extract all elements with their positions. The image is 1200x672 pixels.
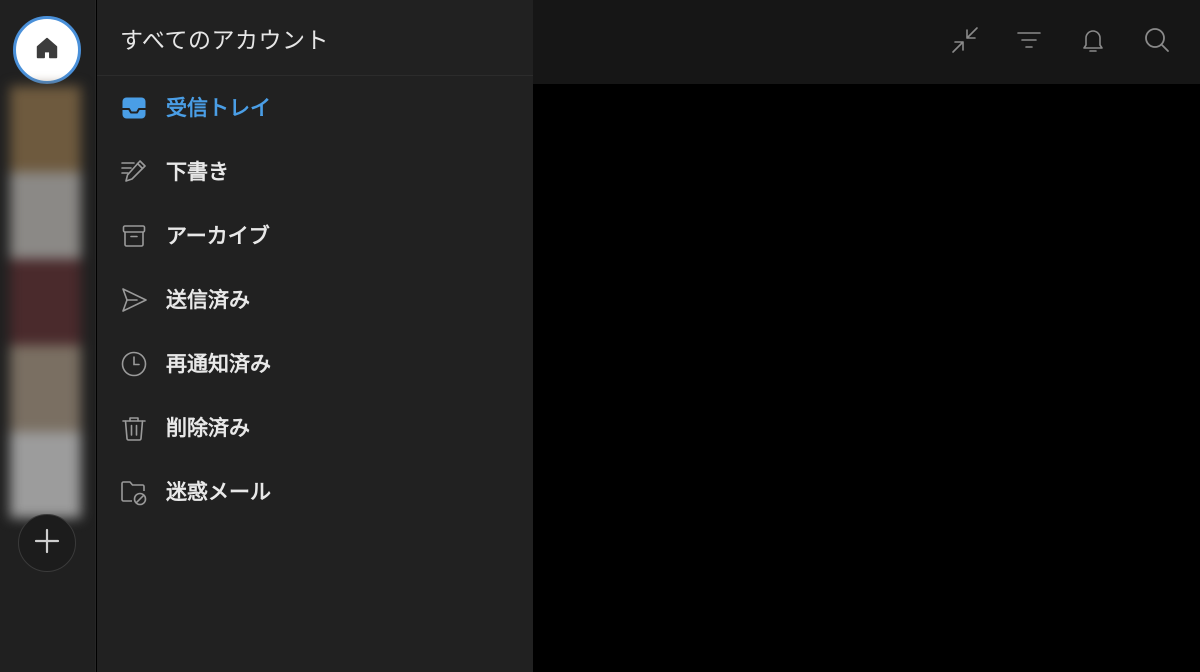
- folder-item-inbox[interactable]: 受信トレイ: [97, 80, 533, 136]
- search-icon: [1143, 26, 1171, 58]
- pencil-icon: [120, 158, 148, 186]
- folder-panel: すべてのアカウント 受信トレイ 下書き アーカイブ 送信済み 再通知済み 削除済…: [97, 0, 533, 672]
- account-rail: [0, 0, 96, 672]
- send-icon: [120, 286, 148, 314]
- folder-item-snoozed[interactable]: 再通知済み: [97, 336, 533, 392]
- account-avatar[interactable]: [10, 258, 81, 346]
- folder-item-sent[interactable]: 送信済み: [97, 272, 533, 328]
- folder-label: 迷惑メール: [166, 480, 271, 504]
- notifications-button[interactable]: [1077, 26, 1109, 58]
- folder-panel-header: すべてのアカウント: [97, 0, 533, 76]
- message-list-area: [533, 84, 1200, 672]
- folder-item-archive[interactable]: アーカイブ: [97, 208, 533, 264]
- bell-icon: [1079, 26, 1107, 58]
- archive-icon: [120, 222, 148, 250]
- collapse-icon: [950, 25, 980, 59]
- account-avatar[interactable]: [10, 431, 81, 518]
- top-toolbar: [533, 0, 1200, 84]
- folder-item-junk[interactable]: 迷惑メール: [97, 464, 533, 520]
- account-avatar[interactable]: [10, 172, 81, 259]
- account-avatar-list: [10, 86, 81, 518]
- folder-label: アーカイブ: [166, 224, 270, 248]
- panel-title: すべてのアカウント: [120, 27, 329, 54]
- app-window: すべてのアカウント 受信トレイ 下書き アーカイブ 送信済み 再通知済み 削除済…: [0, 0, 1200, 672]
- inbox-icon: [120, 94, 148, 122]
- folder-label: 削除済み: [166, 416, 250, 440]
- home-icon: [33, 34, 61, 66]
- folder-item-deleted[interactable]: 削除済み: [97, 400, 533, 456]
- plus-icon: [34, 528, 60, 558]
- folder-label: 受信トレイ: [166, 96, 271, 120]
- add-account-button[interactable]: [18, 514, 76, 572]
- all-accounts-home-button[interactable]: [13, 16, 81, 84]
- trash-icon: [120, 414, 148, 442]
- search-button[interactable]: [1141, 26, 1173, 58]
- account-avatar[interactable]: [10, 345, 81, 432]
- folder-item-drafts[interactable]: 下書き: [97, 144, 533, 200]
- account-avatar[interactable]: [10, 86, 81, 173]
- folder-label: 再通知済み: [166, 352, 271, 376]
- filter-button[interactable]: [1013, 26, 1045, 58]
- spam-folder-icon: [120, 478, 148, 506]
- folder-label: 下書き: [166, 160, 229, 184]
- folder-label: 送信済み: [166, 288, 250, 312]
- clock-icon: [120, 350, 148, 378]
- filter-icon: [1015, 26, 1043, 58]
- collapse-button[interactable]: [949, 26, 981, 58]
